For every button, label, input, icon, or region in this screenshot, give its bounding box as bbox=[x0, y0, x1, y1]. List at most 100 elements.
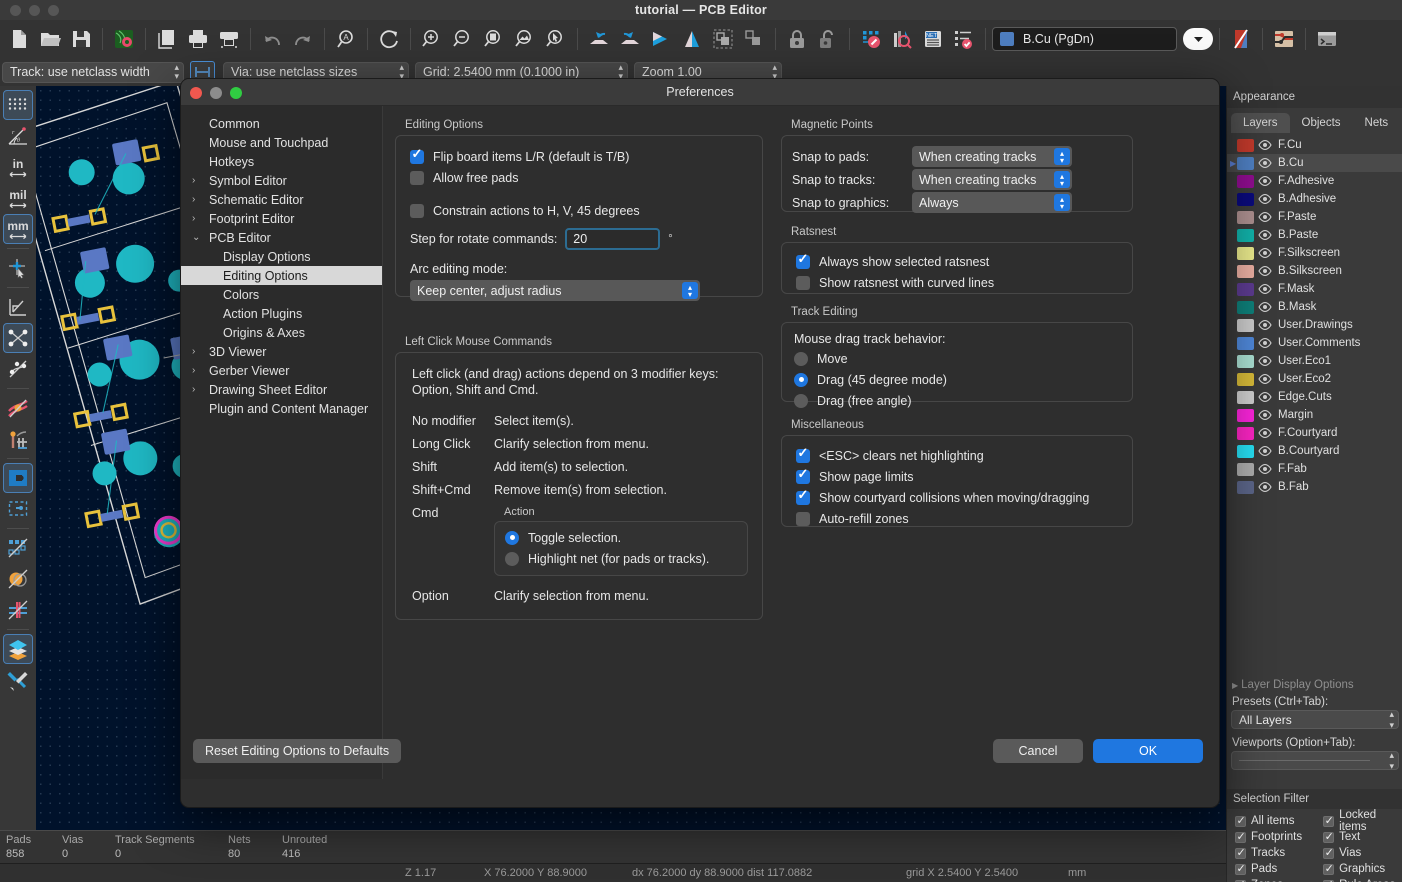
units-mm-icon[interactable]: mm bbox=[3, 214, 33, 244]
print-icon[interactable] bbox=[183, 24, 213, 54]
flip-vertical-icon[interactable] bbox=[677, 24, 707, 54]
dialog-close-button[interactable] bbox=[190, 87, 202, 99]
arc-editing-mode-selector[interactable]: Keep center, adjust radius ▴▾ bbox=[410, 280, 700, 301]
layer-row-f-fab[interactable]: F.Fab bbox=[1227, 460, 1402, 478]
drag-move-radio[interactable]: Move bbox=[794, 348, 1132, 369]
eye-icon[interactable] bbox=[1254, 482, 1276, 492]
layer-color-swatch[interactable] bbox=[1237, 193, 1254, 206]
nav-item-hotkeys[interactable]: Hotkeys bbox=[181, 152, 382, 171]
dialog-maximize-button[interactable] bbox=[230, 87, 242, 99]
eye-icon[interactable] bbox=[1254, 176, 1276, 186]
layer-color-swatch[interactable] bbox=[1237, 301, 1254, 314]
save-board-icon[interactable] bbox=[66, 24, 96, 54]
drc-icon[interactable] bbox=[949, 24, 979, 54]
eye-icon[interactable] bbox=[1254, 158, 1276, 168]
nav-item-symbol-editor[interactable]: ›Symbol Editor bbox=[181, 171, 382, 190]
drag-45-radio[interactable]: Drag (45 degree mode) bbox=[794, 369, 1132, 390]
track-filled-icon[interactable] bbox=[3, 393, 33, 423]
layer-color-swatch[interactable] bbox=[1237, 247, 1254, 260]
drag-free-radio[interactable]: Drag (free angle) bbox=[794, 390, 1132, 411]
zoom-in-icon[interactable] bbox=[417, 24, 447, 54]
redo-icon[interactable] bbox=[288, 24, 318, 54]
flip-board-items-checkbox[interactable]: Flip board items L/R (default is T/B) bbox=[410, 146, 762, 167]
layer-display-options-toggle[interactable]: ▶ Layer Display Options bbox=[1227, 676, 1402, 694]
eye-icon[interactable] bbox=[1254, 338, 1276, 348]
always-show-ratsnest-checkbox[interactable]: Always show selected ratsnest bbox=[796, 251, 1132, 272]
magnetic-point-selector[interactable]: When creating tracks▴▾ bbox=[912, 169, 1072, 190]
new-board-icon[interactable] bbox=[4, 24, 34, 54]
eye-icon[interactable] bbox=[1254, 140, 1276, 150]
viewports-selector[interactable]: ▴▾ bbox=[1231, 751, 1399, 770]
nav-item-action-plugins[interactable]: Action Plugins bbox=[181, 304, 382, 323]
close-window-button[interactable] bbox=[10, 5, 21, 16]
layer-color-swatch[interactable] bbox=[1237, 391, 1254, 404]
unlock-icon[interactable] bbox=[813, 24, 843, 54]
polar-coords-icon[interactable]: rθ bbox=[3, 121, 33, 151]
chevron-down-icon[interactable] bbox=[1183, 28, 1213, 50]
allow-free-pads-checkbox[interactable]: Allow free pads bbox=[410, 167, 762, 188]
units-inches-icon[interactable]: in bbox=[3, 152, 33, 182]
footprint-editor-icon[interactable] bbox=[856, 24, 886, 54]
graphics-sketch-icon[interactable] bbox=[3, 564, 33, 594]
cancel-button[interactable]: Cancel bbox=[993, 739, 1083, 763]
miscellaneous-checkbox[interactable]: Show courtyard collisions when moving/dr… bbox=[796, 487, 1132, 508]
board-setup-icon[interactable] bbox=[109, 24, 139, 54]
tab-nets[interactable]: Nets bbox=[1353, 113, 1401, 133]
nav-item-display-options[interactable]: Display Options bbox=[181, 247, 382, 266]
miscellaneous-checkbox[interactable]: Auto-refill zones bbox=[796, 508, 1132, 529]
maximize-window-button[interactable] bbox=[48, 5, 59, 16]
layer-list[interactable]: F.Cu▶B.CuF.AdhesiveB.AdhesiveF.PasteB.Pa… bbox=[1227, 136, 1402, 676]
eye-icon[interactable] bbox=[1254, 230, 1276, 240]
nav-item-origins-axes[interactable]: Origins & Axes bbox=[181, 323, 382, 342]
properties-manager-icon[interactable] bbox=[3, 665, 33, 695]
layer-pair-icon[interactable] bbox=[1226, 24, 1256, 54]
dialog-minimize-button[interactable] bbox=[210, 87, 222, 99]
pad-sketch-icon[interactable] bbox=[3, 533, 33, 563]
selection-filter-item[interactable]: Locked items bbox=[1323, 813, 1402, 829]
dialog-traffic-lights[interactable] bbox=[190, 79, 242, 106]
eye-icon[interactable] bbox=[1254, 410, 1276, 420]
layer-color-swatch[interactable] bbox=[1237, 427, 1254, 440]
nav-item-editing-options[interactable]: Editing Options bbox=[181, 266, 382, 285]
rotate-step-input[interactable]: 20 bbox=[565, 228, 660, 250]
layer-row-b-cu[interactable]: ▶B.Cu bbox=[1227, 154, 1402, 172]
layer-row-f-cu[interactable]: F.Cu bbox=[1227, 136, 1402, 154]
cursor-fullscreen-icon[interactable] bbox=[3, 253, 33, 283]
nav-item-3d-viewer[interactable]: ›3D Viewer bbox=[181, 342, 382, 361]
nav-item-common[interactable]: Common bbox=[181, 114, 382, 133]
layer-row-f-silkscreen[interactable]: F.Silkscreen bbox=[1227, 244, 1402, 262]
track-width-selector[interactable]: Track: use netclass width ▴▾ bbox=[2, 62, 184, 83]
ratsnest-straight-icon[interactable] bbox=[3, 323, 33, 353]
flip-horizontal-icon[interactable] bbox=[646, 24, 676, 54]
layer-color-swatch[interactable] bbox=[1237, 139, 1254, 152]
eye-icon[interactable] bbox=[1254, 248, 1276, 258]
minimize-window-button[interactable] bbox=[29, 5, 40, 16]
preferences-nav[interactable]: CommonMouse and TouchpadHotkeys›Symbol E… bbox=[181, 106, 383, 779]
undo-icon[interactable] bbox=[257, 24, 287, 54]
layer-row-f-adhesive[interactable]: F.Adhesive bbox=[1227, 172, 1402, 190]
layer-color-swatch[interactable] bbox=[1237, 229, 1254, 242]
group-icon[interactable] bbox=[708, 24, 738, 54]
layer-color-swatch[interactable] bbox=[1237, 319, 1254, 332]
layer-color-swatch[interactable] bbox=[1237, 355, 1254, 368]
layer-row-b-mask[interactable]: B.Mask bbox=[1227, 298, 1402, 316]
footprint-checker-icon[interactable] bbox=[887, 24, 917, 54]
reset-defaults-button[interactable]: Reset Editing Options to Defaults bbox=[193, 739, 401, 763]
zoom-to-page-icon[interactable] bbox=[479, 24, 509, 54]
netlist-icon[interactable]: NET bbox=[918, 24, 948, 54]
layer-row-user-eco1[interactable]: User.Eco1 bbox=[1227, 352, 1402, 370]
layer-row-user-drawings[interactable]: User.Drawings bbox=[1227, 316, 1402, 334]
selection-filter-item[interactable]: Graphics bbox=[1323, 861, 1402, 877]
tab-objects[interactable]: Objects bbox=[1290, 113, 1353, 133]
ratsnest-curved-icon[interactable] bbox=[3, 354, 33, 384]
layer-color-swatch[interactable] bbox=[1237, 265, 1254, 278]
layer-color-swatch[interactable] bbox=[1237, 175, 1254, 188]
layer-color-swatch[interactable] bbox=[1237, 445, 1254, 458]
layer-color-swatch[interactable] bbox=[1237, 463, 1254, 476]
selection-filter-item[interactable]: Tracks bbox=[1235, 845, 1311, 861]
curved-ratsnest-checkbox[interactable]: Show ratsnest with curved lines bbox=[796, 272, 1132, 293]
miscellaneous-checkbox[interactable]: Show page limits bbox=[796, 466, 1132, 487]
active-layer-selector[interactable]: B.Cu (PgDn) bbox=[992, 27, 1177, 51]
zoom-out-icon[interactable] bbox=[448, 24, 478, 54]
layer-row-f-paste[interactable]: F.Paste bbox=[1227, 208, 1402, 226]
